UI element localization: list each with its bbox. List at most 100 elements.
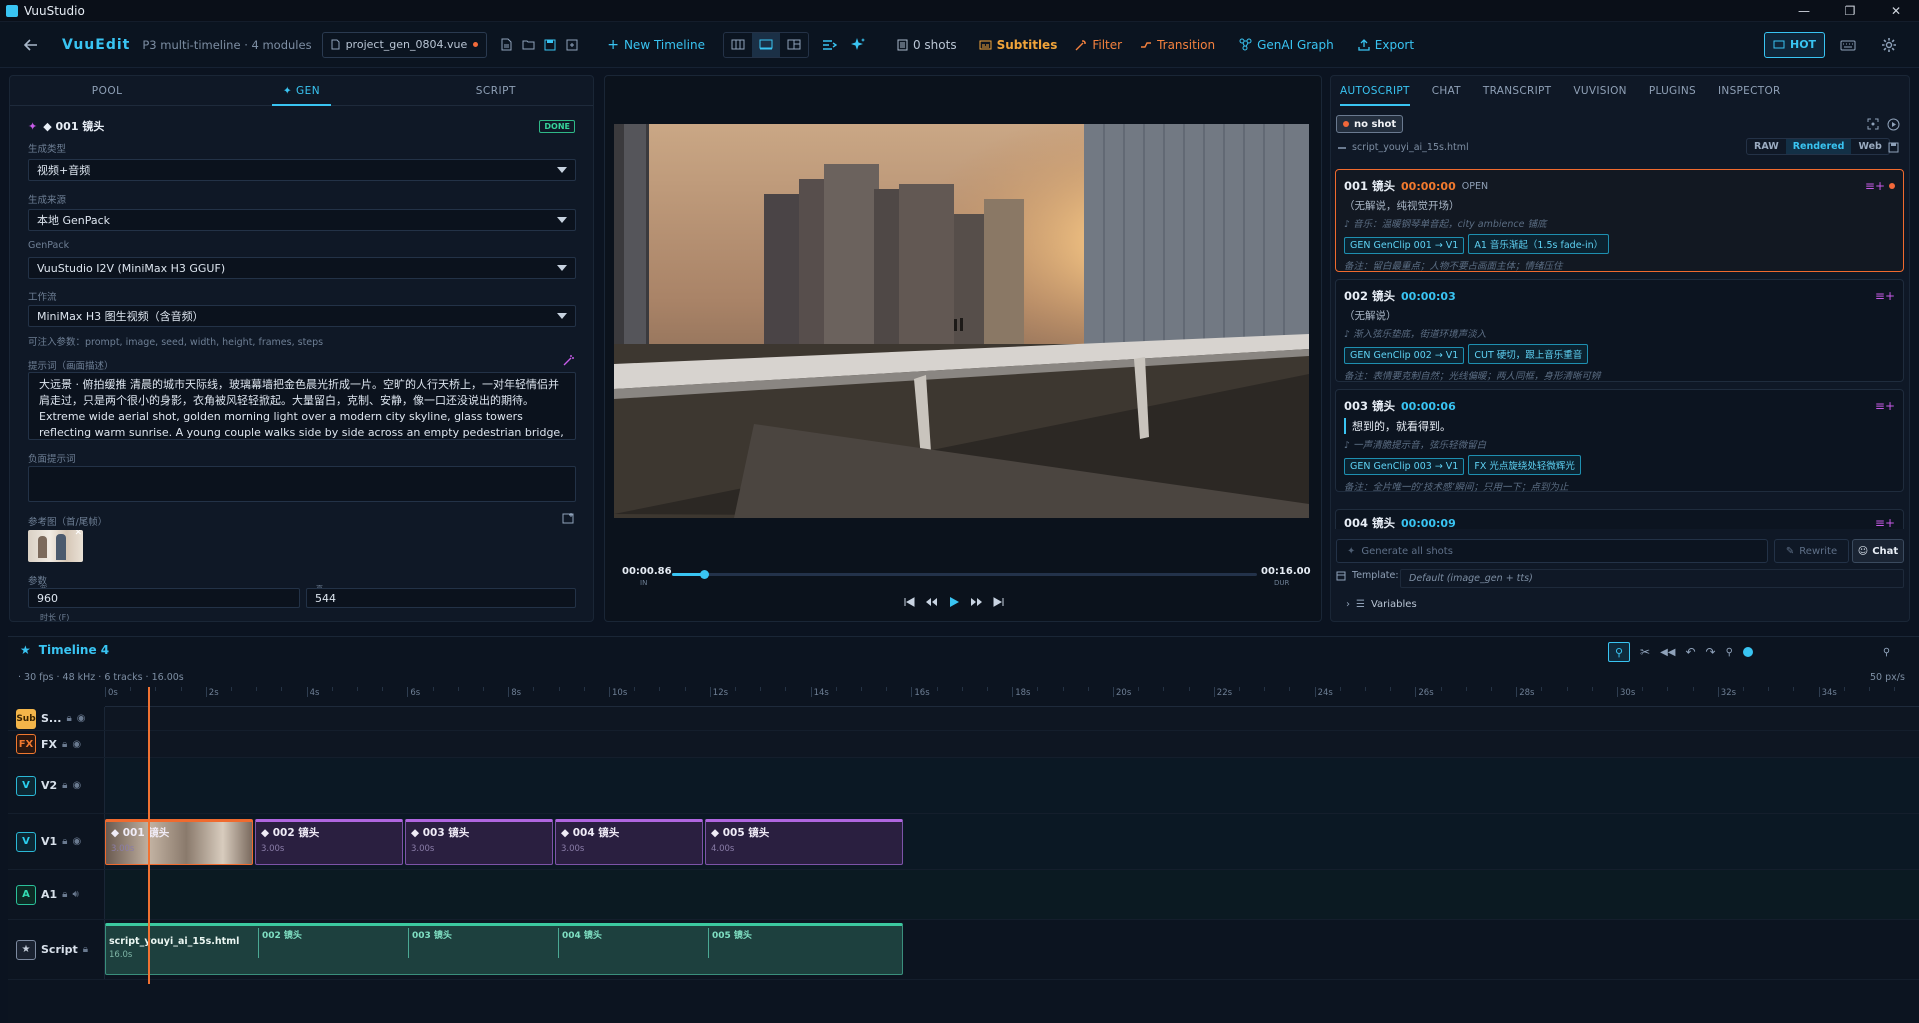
remove-image-icon[interactable]: ✕	[74, 530, 82, 538]
save-icon[interactable]	[539, 34, 561, 56]
add-to-timeline-icon[interactable]: ≡+	[1875, 516, 1895, 529]
ai-sparkle-icon[interactable]	[847, 34, 869, 56]
new-timeline-button[interactable]: + New Timeline	[607, 37, 705, 53]
timeline-clip[interactable]: ◆ 004 镜头 3.00s	[555, 819, 703, 865]
lock-icon[interactable]: 🔒︎	[62, 739, 67, 750]
transition-button[interactable]: Transition	[1140, 38, 1215, 52]
scissors-icon[interactable]: ✂	[1640, 645, 1650, 659]
speaker-icon[interactable]: 🔊︎	[73, 889, 79, 900]
tab-plugins[interactable]: PLUGINS	[1649, 77, 1696, 105]
shot-chip[interactable]: GEN GenClip 001 → V1	[1344, 237, 1465, 254]
video-frame[interactable]	[614, 124, 1309, 518]
hot-toggle[interactable]: HOT	[1764, 31, 1826, 58]
tab-gen[interactable]: ✦ GEN	[204, 76, 398, 106]
play-icon[interactable]	[948, 596, 960, 608]
workflow-select[interactable]: MiniMax H3 图生视频（含音频）	[28, 305, 576, 327]
play-circle-icon[interactable]	[1887, 118, 1900, 131]
shots-counter[interactable]: 0 shots	[897, 38, 957, 52]
height-input[interactable]: 544	[306, 588, 576, 608]
scrub-handle[interactable]	[699, 570, 709, 579]
lock-icon[interactable]: 🔒︎	[66, 713, 71, 724]
shot-chip[interactable]: GEN GenClip 002 → V1	[1344, 347, 1465, 364]
shot-chip[interactable]: GEN GenClip 003 → V1	[1344, 458, 1465, 475]
save-icon[interactable]	[1888, 142, 1899, 153]
reference-thumbnail[interactable]: ✕	[28, 530, 83, 562]
file-chip[interactable]: project_gen_0804.vue	[321, 31, 488, 58]
timeline-clip[interactable]: ◆ 005 镜头 4.00s	[705, 819, 903, 865]
chat-button[interactable]: ☺ Chat	[1852, 539, 1904, 563]
shot-chip[interactable]: CUT 硬切，跟上音乐重音	[1468, 344, 1589, 364]
shot-card[interactable]: 001 镜头 00:00:00 OPEN ≡+ （无解说，纯视觉开场） ♪ 音乐：温…	[1335, 169, 1904, 272]
export-button[interactable]: Export	[1358, 38, 1414, 52]
view-raw[interactable]: RAW	[1747, 139, 1786, 154]
magic-wand-icon[interactable]	[563, 354, 575, 366]
zoom-in-icon[interactable]: ⚲	[1883, 647, 1890, 658]
layout-preview-icon[interactable]	[751, 32, 780, 57]
add-to-timeline-icon[interactable]: ≡+	[1875, 399, 1895, 413]
new-file-icon[interactable]	[495, 34, 517, 56]
open-folder-icon[interactable]	[517, 34, 539, 56]
eye-icon[interactable]: ◉	[73, 836, 82, 847]
layout-split-icon[interactable]	[780, 33, 808, 57]
gen-type-select[interactable]: 视频+音频	[28, 159, 576, 181]
timeline-clip[interactable]: ◆ 001 镜头 3.00s	[105, 819, 253, 865]
add-image-icon[interactable]	[562, 512, 575, 524]
lock-icon[interactable]: 🔒︎	[62, 889, 67, 900]
rewind-icon[interactable]: ◀◀	[1660, 647, 1675, 658]
shot-chip[interactable]: FX 光点旋绕处轻微辉光	[1468, 455, 1581, 475]
skip-start-icon[interactable]	[903, 597, 915, 607]
tab-chat[interactable]: CHAT	[1432, 77, 1461, 105]
auto-edit-icon[interactable]	[819, 34, 841, 56]
keyboard-icon[interactable]	[1837, 34, 1859, 56]
prompt-textarea[interactable]: 大远景 · 俯拍缓推 清晨的城市天际线，玻璃幕墙把金色晨光折成一片。空旷的人行天…	[28, 372, 576, 440]
subtitles-button[interactable]: Subtitles	[979, 38, 1057, 52]
shot-card[interactable]: 002 镜头 00:00:03 ≡+ （无解说） ♪ 渐入弦乐垫底，街道环境声淡入 …	[1335, 279, 1904, 382]
view-rendered[interactable]: Rendered	[1785, 139, 1852, 154]
template-select[interactable]: Default (image_gen + tts)	[1400, 569, 1904, 588]
eye-icon[interactable]: ◉	[73, 780, 82, 791]
add-to-timeline-icon[interactable]: ≡+	[1865, 179, 1885, 193]
lock-icon[interactable]: 🔒︎	[83, 944, 88, 955]
close-button[interactable]: ✕	[1873, 0, 1919, 22]
timeline-clip[interactable]: ◆ 002 镜头 3.00s	[255, 819, 403, 865]
tab-script[interactable]: SCRIPT	[399, 76, 593, 106]
eye-icon[interactable]: ◉	[77, 713, 86, 724]
eye-icon[interactable]: ◉	[72, 739, 81, 750]
tab-autoscript[interactable]: AUTOSCRIPT	[1340, 77, 1410, 106]
redo-icon[interactable]: ↷	[1706, 645, 1716, 659]
save-as-icon[interactable]	[561, 34, 583, 56]
focus-icon[interactable]	[1867, 118, 1879, 130]
tab-transcript[interactable]: TRANSCRIPT	[1483, 77, 1551, 105]
rewrite-button[interactable]: ✎ Rewrite	[1774, 539, 1849, 563]
step-forward-icon[interactable]	[970, 597, 983, 607]
layout-columns-icon[interactable]	[724, 33, 752, 57]
generate-all-button[interactable]: ✦ Generate all shots	[1336, 539, 1768, 563]
gen-source-select[interactable]: 本地 GenPack	[28, 209, 576, 231]
maximize-button[interactable]: ❐	[1827, 0, 1873, 22]
width-input[interactable]: 960	[28, 588, 300, 608]
zoom-out-icon[interactable]: ⚲	[1726, 647, 1733, 658]
snap-pin-icon[interactable]: ⚲	[1608, 642, 1630, 662]
genpack-select[interactable]: VuuStudio I2V (MiniMax H3 GGUF)	[28, 257, 576, 279]
timeline-clip[interactable]: ◆ 003 镜头 3.00s	[405, 819, 553, 865]
tab-vuvision[interactable]: VUVISION	[1573, 77, 1626, 105]
minimize-button[interactable]: —	[1781, 0, 1827, 22]
negative-prompt-input[interactable]	[28, 466, 576, 502]
shot-chip[interactable]: A1 音乐渐起（1.5s fade-in）	[1468, 234, 1610, 254]
step-back-icon[interactable]	[925, 597, 938, 607]
shot-card[interactable]: 004 镜头 00:00:09 ≡+	[1335, 509, 1904, 529]
tab-pool[interactable]: POOL	[10, 76, 204, 106]
undo-icon[interactable]: ↶	[1685, 645, 1695, 659]
skip-end-icon[interactable]	[993, 597, 1005, 607]
gear-icon[interactable]	[1878, 34, 1900, 56]
zoom-slider[interactable]	[1742, 647, 1753, 657]
script-clip[interactable]: script_youyi_ai_15s.html 16.0s 002 镜头 003…	[105, 923, 903, 975]
lock-icon[interactable]: 🔒︎	[62, 836, 67, 847]
playhead[interactable]	[148, 687, 151, 984]
genai-graph-button[interactable]: GenAI Graph	[1239, 38, 1334, 52]
scrub-track[interactable]	[672, 570, 1257, 579]
view-web[interactable]: Web	[1851, 139, 1888, 154]
lock-icon[interactable]: 🔒︎	[62, 780, 67, 791]
variables-toggle[interactable]: › ☰ Variables	[1346, 599, 1417, 610]
back-arrow-icon[interactable]	[20, 34, 42, 56]
